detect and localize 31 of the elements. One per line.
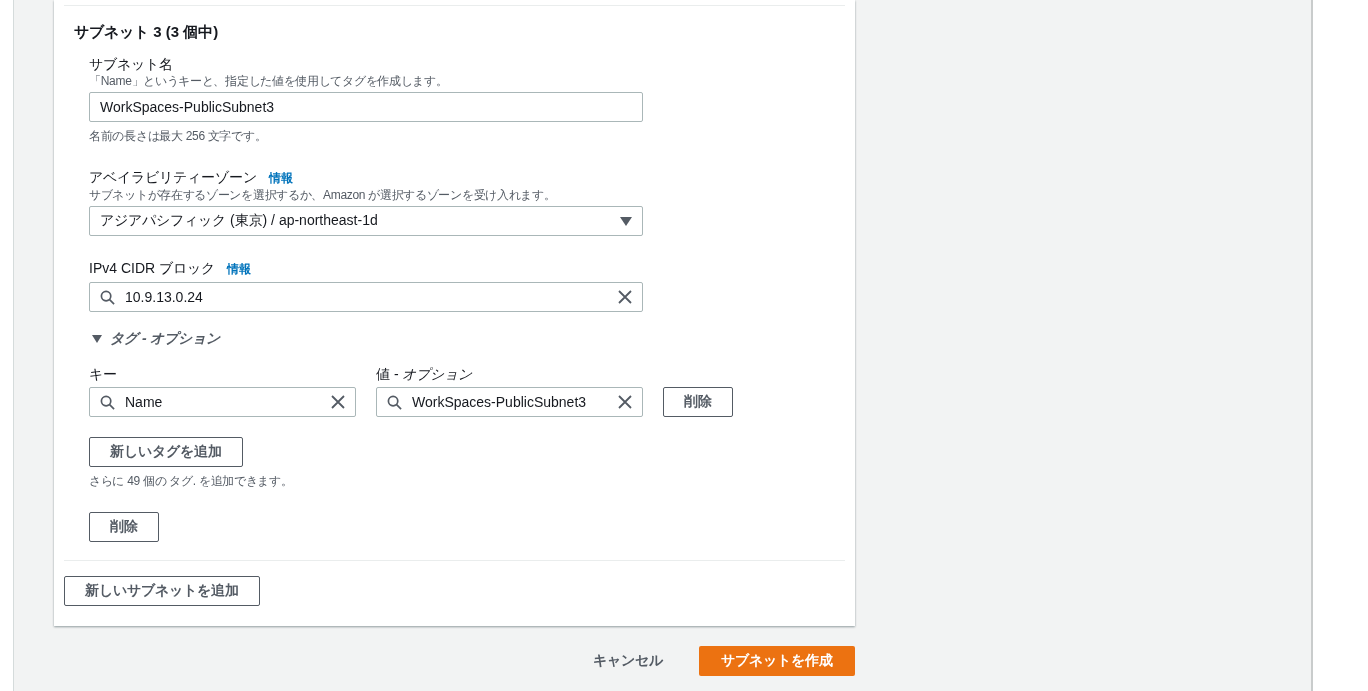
search-icon <box>100 394 115 410</box>
add-subnet-button[interactable]: 新しいサブネットを追加 <box>64 576 260 606</box>
field-label: IPv4 CIDR ブロック <box>89 260 215 277</box>
search-field[interactable]: WorkSpaces-PublicSubnet3 <box>376 387 643 417</box>
field-label: サブネット名 <box>89 56 173 73</box>
select-field[interactable]: アジアパシフィック (東京) / ap-northeast-1d <box>89 206 643 236</box>
caret-icon <box>92 335 102 343</box>
field-label: 値 - オプション <box>376 366 473 383</box>
cancel-link[interactable]: キャンセル <box>587 651 669 671</box>
tags-hint: さらに 49 個の タグ. を追加できます。 <box>89 473 294 490</box>
add-tag-button[interactable]: 新しいタグを追加 <box>89 437 243 467</box>
caret-icon <box>620 216 632 226</box>
field-description: 「Name」というキーと、指定した値を使用してタグを作成します。 <box>89 74 449 88</box>
search-icon <box>100 289 115 305</box>
clear-icon[interactable] <box>331 395 345 409</box>
field-label: キー <box>89 366 117 383</box>
tags-toggle[interactable]: タグ - オプション <box>74 330 845 348</box>
info-link[interactable]: 情報 <box>269 170 293 187</box>
field-description: サブネットが存在するゾーンを選択するか、Amazon が選択するゾーンを受け入れます。 <box>89 188 557 202</box>
info-link[interactable]: 情報 <box>227 261 251 278</box>
field-hint: 名前の長さは最大 256 文字です。 <box>89 128 268 145</box>
field-label: アベイラビリティーゾーン <box>89 169 257 186</box>
remove-button[interactable]: 削除 <box>663 387 733 417</box>
search-icon <box>387 394 402 410</box>
search-field[interactable]: 10.9.13.0.24 <box>89 282 643 312</box>
clear-icon[interactable] <box>618 290 632 304</box>
remove-button[interactable]: 削除 <box>89 512 159 542</box>
clear-icon[interactable] <box>618 395 632 409</box>
input-field[interactable]: WorkSpaces-PublicSubnet3 <box>89 92 643 122</box>
search-field[interactable]: Name <box>89 387 356 417</box>
section-title: サブネット 3 (3 個中) <box>74 23 220 42</box>
